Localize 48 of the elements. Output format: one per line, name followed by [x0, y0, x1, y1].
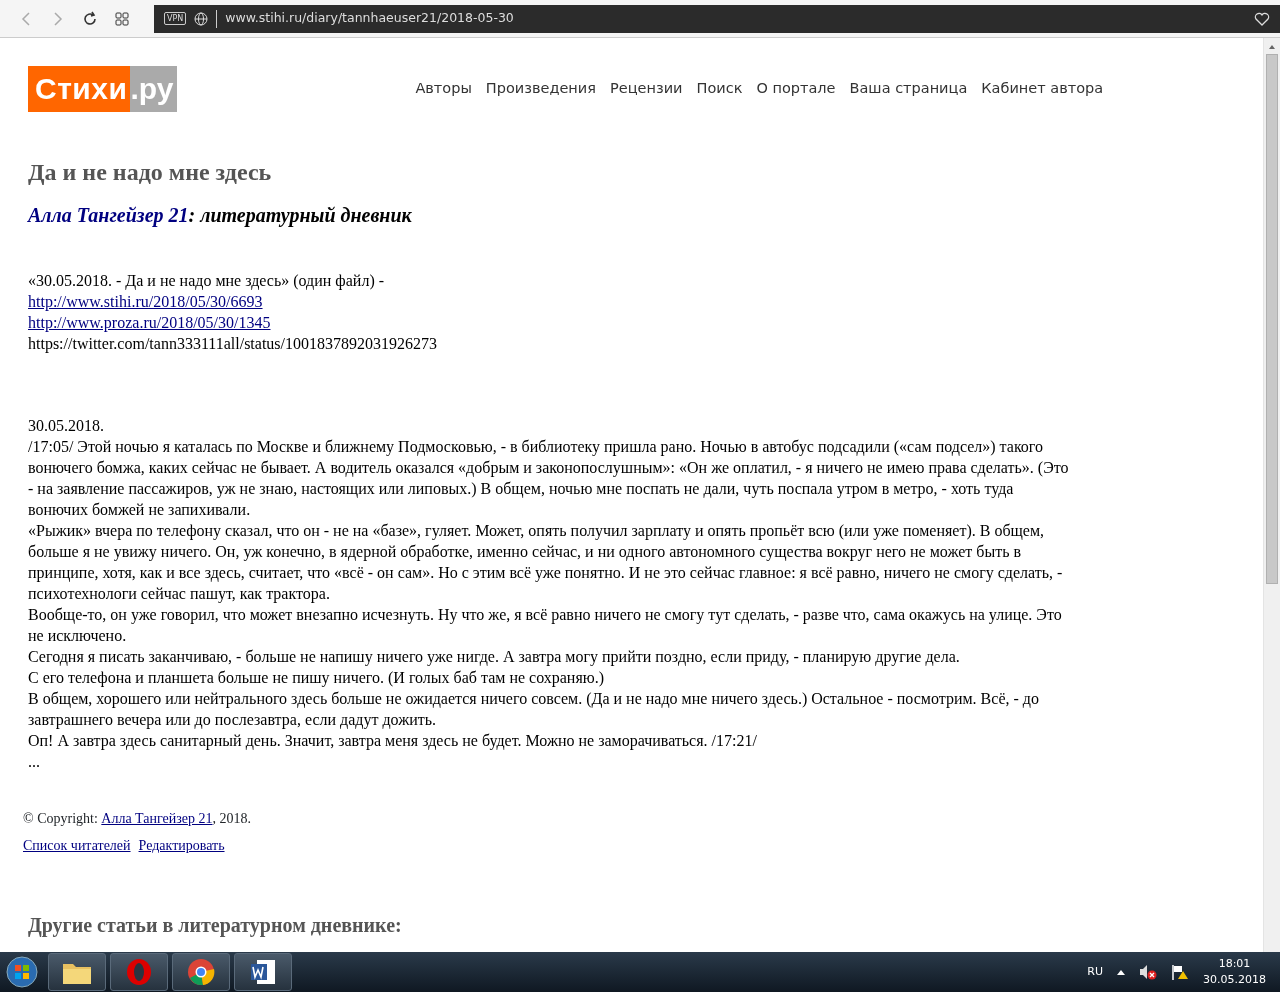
- reload-icon: [82, 10, 98, 27]
- paragraph-text: ...: [28, 751, 41, 772]
- clock-date[interactable]: 30.05.2018: [1203, 972, 1266, 988]
- address-bar[interactable]: VPN www.stihi.ru/diary/tannhaeuser21/2018-05-30: [154, 4, 1280, 33]
- paragraph-text: /17:05/ Этой ночью я каталась по Москве и ближнему Подмосковью, - в библиотеку пришла рано. Ночью в автобус подсадили («сам подсел») такого вонючего бомжа, каких сейчас не бывает. А водитель оказался «добрым и законопослушным»: «Он же оплатил, - я ничего не имею права сделать». (Это - на заявление пассажиров, уж не знаю, настоящих или липовых.) В общем, ночью мне поспать не дали, чуть поспала утром в метро, - хоть туда вонючих бомжей не запихивали.: [28, 436, 1070, 520]
- round-logo-icon: [187, 958, 215, 986]
- language-indicator[interactable]: RU: [1087, 963, 1103, 981]
- paragraph-text: Вообще-то, он уже говорил, что может внезапно исчезнуть. Ну что же, я всё равно ничего не смогу тут сделать, - разве что, сама окажусь на улице. Это не исключено.: [28, 604, 1063, 646]
- clock-time[interactable]: 18:01: [1203, 956, 1266, 972]
- up-arrow-icon[interactable]: [1117, 969, 1125, 975]
- subtitle-text: : литературный дневник: [188, 203, 412, 226]
- muted-speaker-icon[interactable]: [1139, 964, 1157, 980]
- paragraph-text: Оп! А завтра здесь санитарный день. Значит, завтра меня здесь не будет. Можно не заморачиваться. /17:21/: [28, 730, 758, 751]
- paragraph-text: В общем, хорошего или нейтрального здесь больше не ожидается ничего совсем. (Да и не надо мне ничего здесь.) Остальное - посмотрим. Всё, - до завтрашнего вечера или до послезавтра, если дадут дожить.: [28, 688, 1040, 730]
- heart-icon[interactable]: [1254, 11, 1270, 26]
- ring-icon: [125, 958, 153, 986]
- paragraph-text: Сегодня я писать заканчиваю, - больше не напишу ничего уже нигде. А завтра могу прийти поздно, если приду, - планирую другие дела.: [28, 646, 961, 667]
- taskbar-app-button[interactable]: [48, 953, 106, 991]
- text-line: https://twitter.com/tann333111all/status/1001837892031926273: [28, 334, 437, 352]
- copyright-text: © Copyright: Алла Тангейзер 21, 2018.: [23, 809, 253, 828]
- vpn-badge[interactable]: VPN: [164, 12, 187, 25]
- action-link[interactable]: Список читателей: [23, 834, 131, 856]
- flag-warning-icon[interactable]: [1171, 964, 1189, 980]
- document-icon: [249, 958, 277, 986]
- paragraph-text: С его телефона и планшета больше не пишу ничего. (И голых баб там не сохраняю.): [28, 667, 606, 688]
- nav-link-item[interactable]: Поиск: [696, 78, 743, 100]
- scrollbar[interactable]: [1263, 38, 1280, 952]
- url-text: www.stihi.ru/diary/tannhaeuser21/2018-05-30: [225, 9, 514, 28]
- grid-icon: [115, 11, 129, 26]
- nav-link-item[interactable]: Рецензии: [610, 78, 683, 100]
- article-title: Да и не надо мне здесь: [28, 158, 273, 187]
- taskbar-app-button[interactable]: [234, 953, 292, 991]
- nav-link-item[interactable]: Произведения: [485, 78, 596, 100]
- author-link[interactable]: Алла Тангейзер 21: [101, 810, 213, 826]
- globe-icon: [194, 11, 209, 26]
- nav-link-item[interactable]: Кабинет автора: [981, 78, 1104, 100]
- section-heading: Другие статьи в литературном дневнике:: [28, 912, 403, 939]
- text-line: «30.05.2018. - Да и не надо мне здесь» (один файл) -: [28, 271, 385, 289]
- url-link[interactable]: http://www.proza.ru/2018/05/30/1345: [28, 313, 271, 331]
- author-link[interactable]: Алла Тангейзер 21: [28, 203, 189, 226]
- url-link[interactable]: http://www.stihi.ru/2018/05/30/6693: [28, 292, 263, 310]
- date-text: 30.05.2018.: [28, 415, 105, 436]
- nav-link-item[interactable]: Авторы: [415, 78, 472, 100]
- action-link[interactable]: Редактировать: [138, 834, 225, 856]
- nav-link-item[interactable]: Ваша страница: [849, 78, 968, 100]
- paragraph-text: «Рыжик» вчера по телефону сказал, что он - не на «базе», гуляет. Может, опять получил зарплату и опять пропьёт всю (или уже поменяет). В общем, больше я не увижу ничего. Он, уж конечно, в ядерной обработке, именно сейчас, и ни одного автономного существа вокруг него не может быть в принципе, хотя, как и все здесь, считает, что «всё - он сам». Но с этим всё уже понятно. И не это сейчас главное: я всё равно, ничего не смогу сделать, - психотехнологи сейчас пашут, как трактора.: [28, 520, 1064, 604]
- taskbar-app-button[interactable]: [172, 953, 230, 991]
- nav-link-item[interactable]: О портале: [756, 78, 836, 100]
